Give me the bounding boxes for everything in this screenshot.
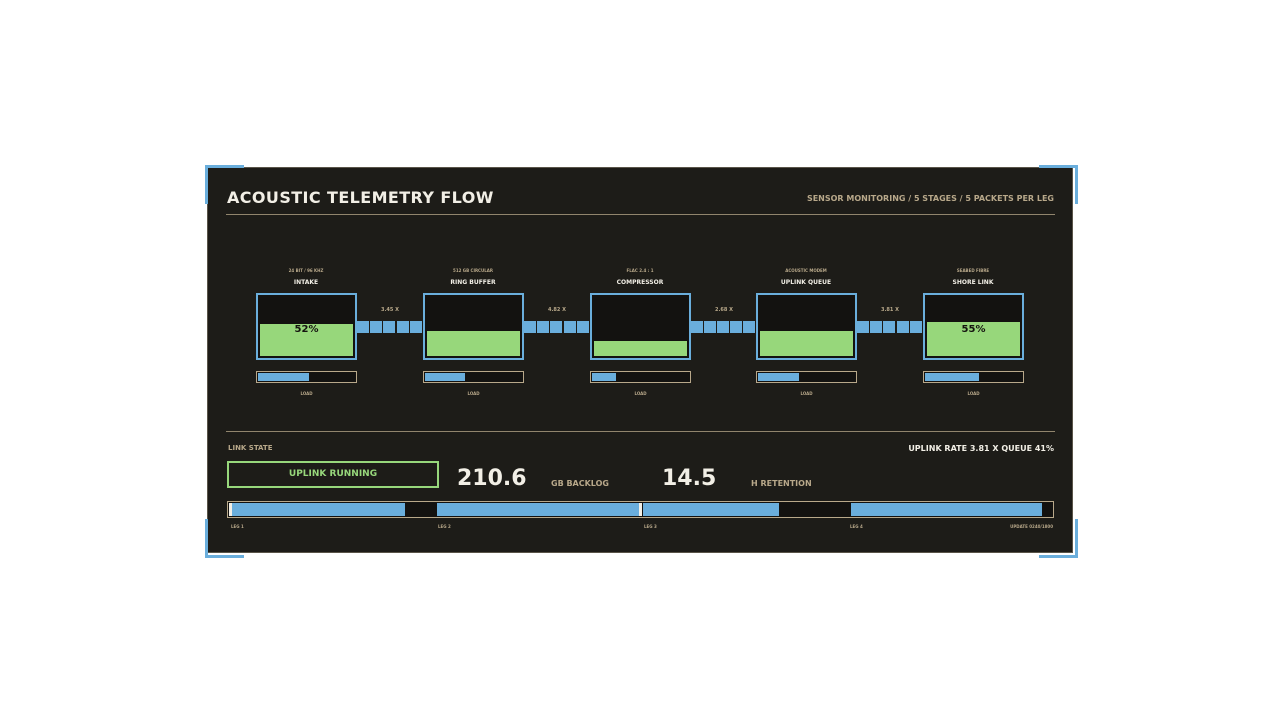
packet-segment bbox=[910, 321, 922, 333]
timeline-block bbox=[437, 503, 639, 516]
packet-segment bbox=[357, 321, 369, 333]
stage-box[interactable] bbox=[756, 293, 857, 360]
stage-box[interactable]: 52% bbox=[256, 293, 357, 360]
stage-load-bar bbox=[423, 371, 524, 383]
stage-load-bar bbox=[590, 371, 691, 383]
stage-load-fill bbox=[425, 373, 465, 381]
stage-load-label: LOAD bbox=[300, 391, 313, 396]
stage-spec: ACOUSTIC MODEM bbox=[785, 268, 827, 273]
page-subtitle: SENSOR MONITORING / 5 STAGES / 5 PACKETS… bbox=[806, 194, 1054, 203]
compression-ratio: 3.45 X bbox=[381, 307, 399, 313]
packet-segment bbox=[397, 321, 409, 333]
packet-segment bbox=[691, 321, 703, 333]
stage-level-fill bbox=[427, 331, 520, 356]
stage-box[interactable]: 55% bbox=[923, 293, 1024, 360]
stage-box[interactable] bbox=[423, 293, 524, 360]
stage-percent: 52% bbox=[294, 324, 319, 335]
stage-load-bar bbox=[256, 371, 357, 383]
retention-label: H RETENTION bbox=[751, 479, 812, 488]
packet-segment bbox=[857, 321, 869, 333]
stage-connector bbox=[691, 321, 756, 333]
stage-box[interactable] bbox=[590, 293, 691, 360]
packet-segment bbox=[870, 321, 882, 333]
update-counter: UPDATE 0240/1800 bbox=[1010, 524, 1053, 529]
packet-segment bbox=[537, 321, 549, 333]
packet-segment bbox=[897, 321, 909, 333]
stage-name: RING BUFFER bbox=[450, 279, 496, 286]
packet-segment bbox=[550, 321, 562, 333]
backlog-value: 210.6 bbox=[457, 466, 527, 491]
uplink-status-button[interactable]: UPLINK RUNNING bbox=[227, 461, 439, 488]
stage-name: INTAKE bbox=[293, 279, 319, 286]
leg-label-3: LEG 3 bbox=[644, 524, 657, 529]
backlog-label: GB BACKLOG bbox=[551, 479, 609, 488]
leg-label-1: LEG 1 bbox=[231, 524, 244, 529]
stage-spec: 24 BIT / 96 KHZ bbox=[288, 268, 324, 273]
packet-segment bbox=[717, 321, 729, 333]
header-divider bbox=[226, 214, 1055, 215]
packet-segment bbox=[577, 321, 589, 333]
stage-name: COMPRESSOR bbox=[616, 279, 664, 286]
timeline-marker bbox=[639, 503, 642, 516]
packet-segment bbox=[383, 321, 395, 333]
stage-load-fill bbox=[925, 373, 979, 381]
compression-ratio: 2.68 X bbox=[715, 307, 733, 313]
timeline-block bbox=[643, 503, 779, 516]
telemetry-panel bbox=[207, 167, 1073, 553]
uplink-rate-readout: UPLINK RATE 3.81 X QUEUE 41% bbox=[908, 444, 1054, 453]
stage-load-label: LOAD bbox=[634, 391, 647, 396]
timeline-block bbox=[851, 503, 1042, 516]
packet-segment bbox=[730, 321, 742, 333]
packet-segment bbox=[564, 321, 576, 333]
stage-level-fill bbox=[760, 331, 853, 356]
stage-spec: SEABED FIBRE bbox=[956, 268, 990, 273]
leg-timeline bbox=[227, 501, 1054, 518]
compression-ratio: 4.82 X bbox=[548, 307, 566, 313]
packet-segment bbox=[743, 321, 755, 333]
stage-percent: 55% bbox=[961, 324, 986, 335]
stage-connector bbox=[857, 321, 923, 333]
stage-load-label: LOAD bbox=[967, 391, 980, 396]
packet-segment bbox=[704, 321, 716, 333]
stage-load-bar bbox=[923, 371, 1024, 383]
compression-ratio: 3.81 X bbox=[881, 307, 899, 313]
stage-load-bar bbox=[756, 371, 857, 383]
packet-segment bbox=[524, 321, 536, 333]
stage-name: SHORE LINK bbox=[952, 279, 994, 286]
stage-load-fill bbox=[258, 373, 309, 381]
leg-label-4: LEG 4 bbox=[850, 524, 863, 529]
page-title: ACOUSTIC TELEMETRY FLOW bbox=[227, 188, 494, 207]
stage-load-label: LOAD bbox=[800, 391, 813, 396]
stage-load-label: LOAD bbox=[467, 391, 480, 396]
stage-level-fill bbox=[594, 341, 687, 356]
stage-spec: 512 GB CIRCULAR bbox=[453, 268, 493, 273]
packet-segment bbox=[883, 321, 895, 333]
packet-segment bbox=[410, 321, 422, 333]
link-state-label: LINK STATE bbox=[228, 444, 273, 452]
packet-segment bbox=[370, 321, 382, 333]
timeline-block bbox=[229, 503, 405, 516]
stage-connector bbox=[524, 321, 590, 333]
stage-load-fill bbox=[758, 373, 799, 381]
stage-connector bbox=[357, 321, 423, 333]
retention-value: 14.5 bbox=[662, 466, 717, 491]
stage-name: UPLINK QUEUE bbox=[780, 279, 832, 286]
leg-label-2: LEG 2 bbox=[438, 524, 451, 529]
stage-spec: FLAC 2.4 : 1 bbox=[626, 268, 654, 273]
timeline-marker bbox=[229, 503, 232, 516]
stage-load-fill bbox=[592, 373, 616, 381]
section-divider bbox=[226, 431, 1055, 432]
